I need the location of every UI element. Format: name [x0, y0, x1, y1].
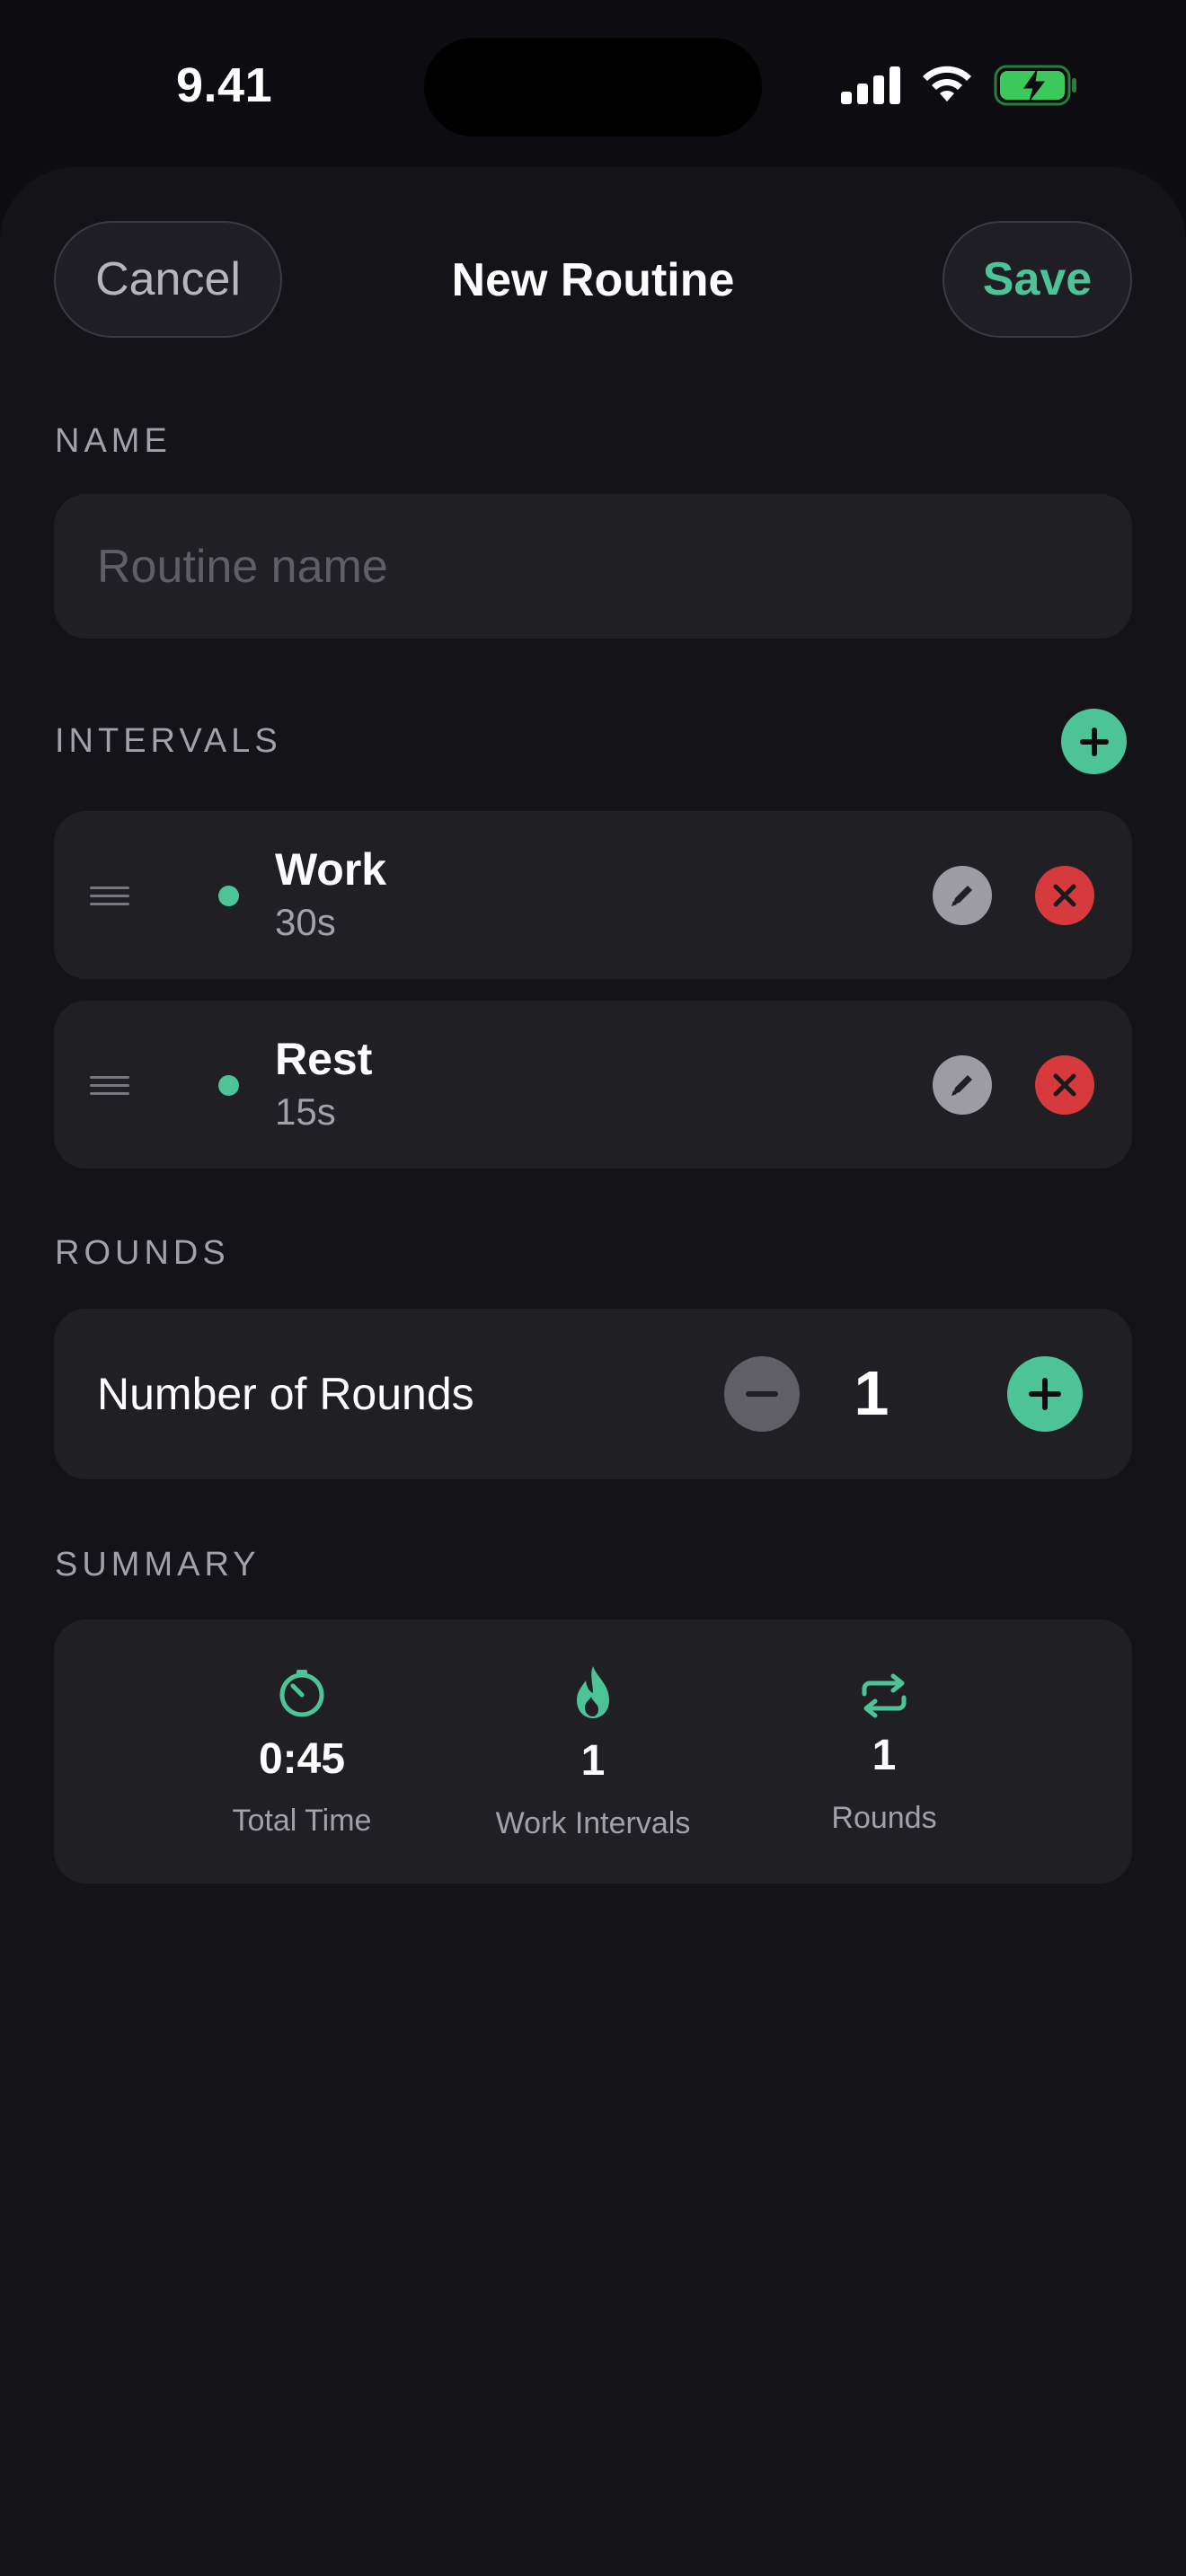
delete-interval-button[interactable] — [1035, 866, 1094, 925]
close-icon — [1053, 884, 1076, 907]
status-time: 9.41 — [176, 58, 273, 112]
routine-name-field[interactable] — [54, 494, 1132, 639]
dynamic-island — [424, 38, 762, 137]
summary-rounds: 1 Rounds — [704, 1619, 1064, 1883]
repeat-icon — [857, 1669, 911, 1723]
summary-card: 0:45 Total Time 1 Work Intervals 1 Round… — [54, 1619, 1132, 1883]
decrement-rounds-button[interactable] — [724, 1356, 800, 1432]
drag-handle-icon[interactable] — [90, 878, 129, 913]
wifi-icon — [923, 66, 971, 101]
increment-rounds-button[interactable] — [1007, 1356, 1083, 1432]
edit-interval-button[interactable] — [933, 866, 992, 925]
interval-card-rest[interactable]: Rest 15s — [54, 1001, 1132, 1169]
summary-label: Rounds — [831, 1801, 937, 1835]
pencil-icon — [951, 886, 972, 906]
timer-icon — [275, 1666, 329, 1720]
rounds-value: 1 — [854, 1358, 890, 1428]
rounds-label: Number of Rounds — [97, 1369, 474, 1419]
interval-name: Rest — [275, 1034, 373, 1084]
interval-color-dot — [218, 1075, 239, 1096]
routine-name-input[interactable] — [54, 494, 1132, 639]
drag-handle-icon[interactable] — [90, 1067, 129, 1103]
add-interval-button[interactable] — [1061, 709, 1127, 774]
flame-icon — [566, 1666, 620, 1720]
edit-interval-button[interactable] — [933, 1055, 992, 1115]
plus-icon — [1079, 727, 1109, 756]
status-bar: 9.41 — [0, 0, 1186, 171]
interval-name: Work — [275, 844, 387, 895]
summary-value: 1 — [872, 1732, 897, 1779]
section-label-summary: SUMMARY — [55, 1546, 261, 1584]
interval-duration: 15s — [275, 1090, 336, 1133]
interval-duration: 30s — [275, 901, 336, 943]
rounds-stepper-row: Number of Rounds 1 — [54, 1309, 1132, 1479]
plus-icon — [1029, 1378, 1061, 1410]
close-icon — [1053, 1073, 1076, 1097]
signal-icon — [841, 66, 900, 104]
section-label-intervals: INTERVALS — [55, 722, 282, 760]
delete-interval-button[interactable] — [1035, 1055, 1094, 1115]
minus-icon — [746, 1391, 778, 1397]
status-icons — [841, 63, 1078, 108]
section-label-rounds: ROUNDS — [55, 1234, 230, 1272]
interval-color-dot — [218, 886, 239, 906]
pencil-icon — [951, 1075, 972, 1096]
battery-charging-icon — [994, 65, 1076, 106]
save-button[interactable]: Save — [943, 221, 1132, 338]
interval-card-work[interactable]: Work 30s — [54, 811, 1132, 979]
section-label-name: NAME — [55, 422, 172, 460]
